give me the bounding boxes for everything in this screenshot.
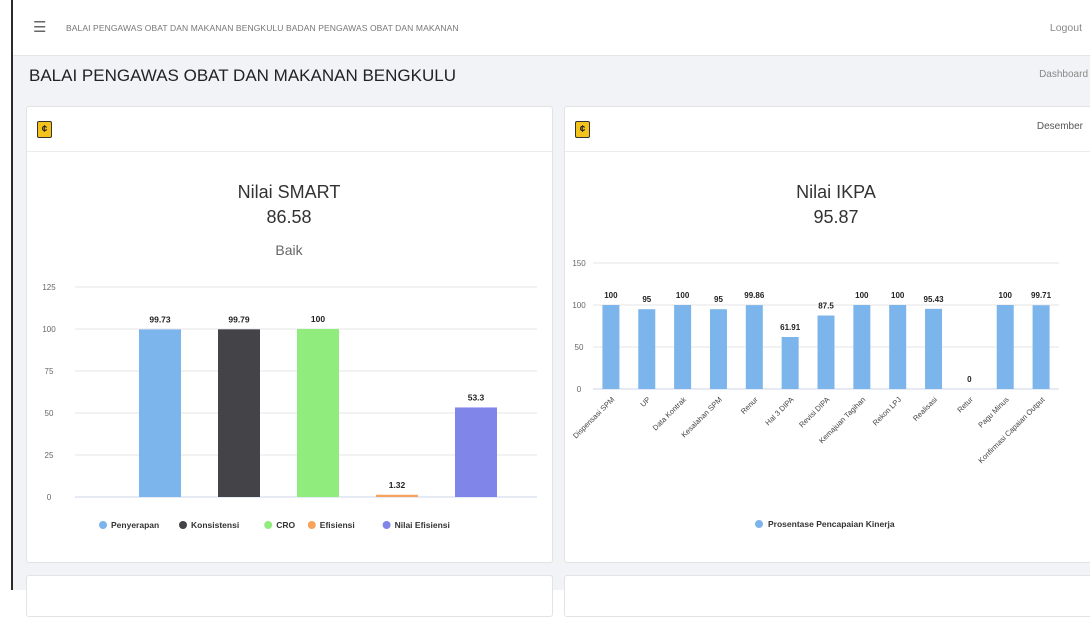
data-label: 99.79: [228, 314, 250, 324]
x-tick-label: Realisasi: [911, 395, 939, 423]
x-tick-label: Dispensasi SPM: [571, 395, 616, 440]
y-tick-label: 75: [45, 367, 54, 376]
y-tick-label: 0: [47, 493, 52, 502]
bar: [674, 305, 692, 389]
data-label: 100: [311, 314, 325, 324]
bar: [745, 305, 763, 389]
bottom-card-left: [26, 575, 553, 617]
data-label: 1.32: [389, 480, 406, 490]
y-tick-label: 125: [42, 283, 56, 292]
legend-marker: [307, 521, 316, 529]
bar: [1032, 305, 1050, 389]
chart-subtitle-2: Baik: [275, 242, 303, 258]
legend-marker: [382, 521, 391, 529]
legend-item: Penyerapan: [111, 520, 159, 530]
ikpa-chart: Nilai IKPA 95.87 0 50 100 150 100 Dispensasi SP…: [571, 182, 1059, 529]
legend-item: Efisiensi: [320, 520, 355, 530]
main-content: BALAI PENGAWAS OBAT DAN MAKANAN BENGKULU…: [13, 56, 1090, 617]
smart-card-header: ¢: [27, 107, 552, 152]
left-edge-bar: [0, 0, 13, 590]
data-label: 99.73: [149, 314, 171, 324]
legend-marker: [99, 521, 107, 529]
chart-title: Nilai IKPA: [796, 182, 876, 202]
bottom-card-right: [564, 575, 1090, 617]
legend-marker: [179, 521, 187, 529]
data-label: 100: [604, 291, 618, 300]
data-label: 100: [891, 291, 905, 300]
chart-subtitle: 86.58: [266, 207, 311, 227]
y-tick-label: 50: [575, 343, 584, 352]
x-tick-label: Konfirmasi Capaian Output: [976, 394, 1047, 465]
bar-penyerapan: [139, 329, 181, 497]
hamburger-icon[interactable]: ☰: [33, 18, 46, 36]
bar: [853, 305, 871, 389]
y-tick-label: 25: [45, 451, 54, 460]
y-tick-label: 0: [577, 385, 582, 394]
x-tick-label: Renur: [739, 395, 760, 416]
navbar-title: BALAI PENGAWAS OBAT DAN MAKANAN BENGKULU…: [66, 23, 459, 33]
legend-item: Nilai Efisiensi: [395, 520, 450, 530]
chart-subtitle: 95.87: [813, 207, 858, 227]
x-tick-label: Pagu Minus: [976, 395, 1011, 430]
bar: [889, 305, 907, 389]
x-tick-label: Retur: [955, 395, 975, 415]
x-tick-label: Data Kontrak: [651, 395, 688, 432]
legend-item: CRO: [276, 520, 295, 530]
data-label: 99.86: [744, 291, 765, 300]
ikpa-card-header: ¢ Desember: [565, 107, 1090, 152]
bar: [925, 308, 943, 389]
bar: [602, 305, 620, 389]
data-label: 100: [676, 291, 690, 300]
legend-marker: [755, 520, 763, 528]
legend-marker: [264, 521, 273, 529]
y-tick-label: 100: [42, 325, 56, 334]
page-title: BALAI PENGAWAS OBAT DAN MAKANAN BENGKULU: [29, 66, 456, 85]
coin-icon: ¢: [575, 121, 590, 138]
top-navbar: ☰ BALAI PENGAWAS OBAT DAN MAKANAN BENGKU…: [13, 10, 1090, 56]
data-label: 0: [967, 375, 972, 384]
chart-title: Nilai SMART: [238, 182, 341, 202]
logout-link[interactable]: Logout: [1050, 22, 1082, 34]
x-tick-label: UP: [638, 395, 652, 409]
y-tick-label: 50: [45, 409, 54, 418]
bar-efisiensi: [376, 494, 418, 497]
bar-nilai-efisiensi: [455, 407, 497, 497]
x-tick-label: Hal 3 DIPA: [763, 395, 795, 427]
y-tick-label: 100: [572, 301, 586, 310]
bar: [781, 336, 799, 389]
data-label: 87.5: [818, 302, 834, 311]
bar: [996, 305, 1014, 389]
data-label: 100: [999, 291, 1013, 300]
bar-cro: [297, 329, 339, 497]
legend-item: Konsistensi: [191, 520, 239, 530]
bar: [638, 309, 656, 389]
data-label: 100: [855, 291, 869, 300]
bar-konsistensi: [218, 329, 260, 497]
legend-item: Prosentase Pencapaian Kinerja: [768, 519, 895, 529]
y-tick-label: 150: [572, 259, 586, 268]
bar: [817, 315, 835, 389]
data-label: 95: [642, 295, 651, 304]
coin-icon: ¢: [37, 121, 52, 138]
data-label: 61.91: [780, 323, 801, 332]
data-label: 95.43: [924, 295, 945, 304]
data-label: 99.71: [1031, 291, 1052, 300]
breadcrumb-dashboard[interactable]: Dashboard: [1039, 69, 1088, 80]
bar: [709, 309, 727, 389]
x-tick-label: Rekon LPJ: [871, 395, 903, 427]
x-tick-label: Revisi DIPA: [797, 395, 831, 429]
smart-card: ¢ Nilai SMART 86.58 Baik 0 25 50 75 100 125 99.73…: [26, 106, 553, 563]
data-label: 53.3: [468, 392, 485, 402]
data-label: 95: [714, 295, 723, 304]
smart-chart: Nilai SMART 86.58 Baik 0 25 50 75 100 125 99.73 99…: [42, 182, 537, 530]
period-label[interactable]: Desember: [1037, 121, 1083, 132]
ikpa-card: ¢ Desember Nilai IKPA 95.87 0 50 100 150 100 Di…: [564, 106, 1090, 563]
